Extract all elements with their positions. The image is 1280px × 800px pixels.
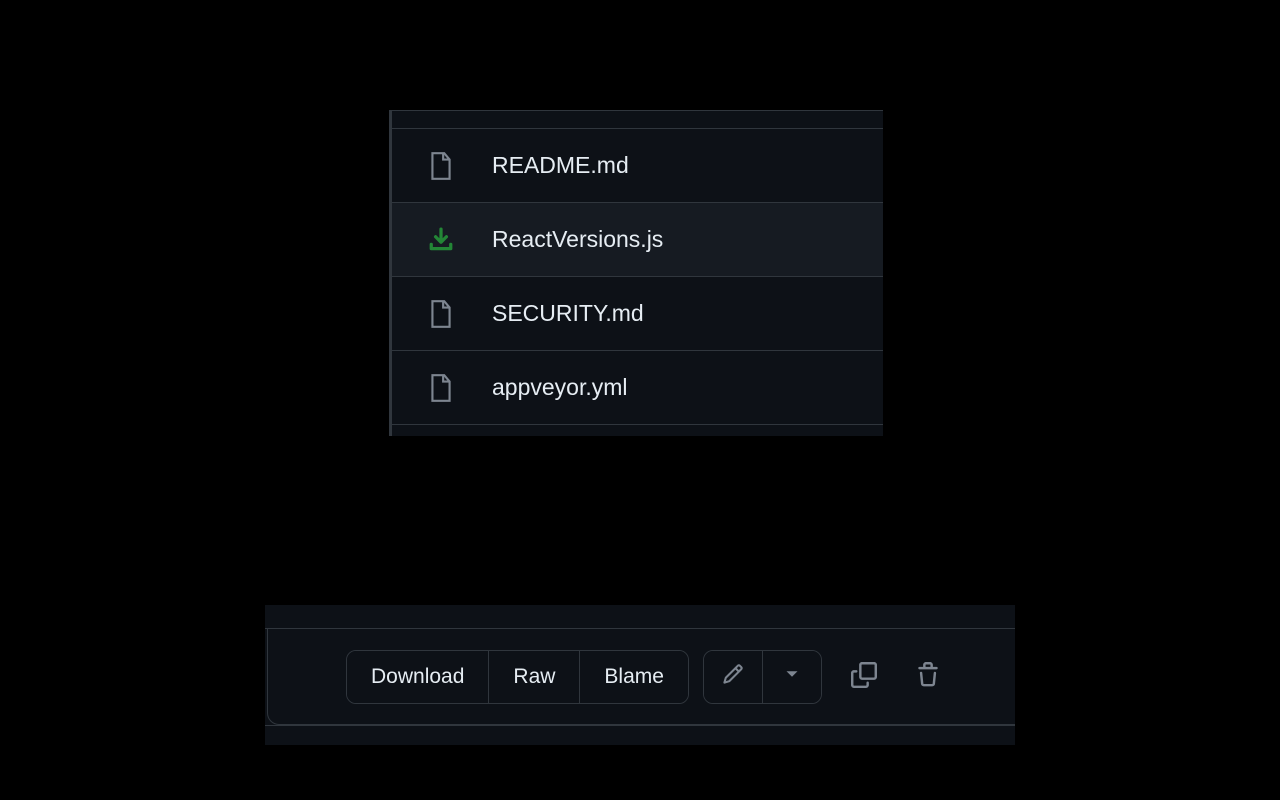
file-actions-toolbar: Download Raw Blame bbox=[265, 605, 1015, 745]
download-icon bbox=[428, 225, 454, 255]
file-row[interactable]: ReactVersions.js bbox=[392, 202, 883, 276]
file-row[interactable]: appveyor.yml bbox=[392, 350, 883, 424]
file-icon bbox=[428, 373, 454, 403]
trash-icon bbox=[915, 662, 941, 691]
view-mode-group: Download Raw Blame bbox=[346, 650, 689, 704]
file-name-label: SECURITY.md bbox=[492, 300, 644, 327]
edit-dropdown-button[interactable] bbox=[762, 651, 821, 703]
chevron-down-icon bbox=[781, 663, 803, 691]
divider bbox=[265, 605, 1015, 629]
file-name-label: README.md bbox=[492, 152, 629, 179]
file-name-label: ReactVersions.js bbox=[492, 226, 663, 253]
copy-button[interactable] bbox=[842, 655, 886, 699]
edit-action-group bbox=[703, 650, 822, 704]
file-list-panel: README.md ReactVersions.js SECURITY.md a… bbox=[389, 110, 883, 436]
edit-button[interactable] bbox=[704, 651, 762, 703]
pencil-icon bbox=[722, 663, 744, 691]
copy-icon bbox=[851, 662, 877, 691]
file-row[interactable]: README.md bbox=[392, 128, 883, 202]
divider bbox=[392, 110, 883, 128]
divider bbox=[392, 424, 883, 436]
file-name-label: appveyor.yml bbox=[492, 374, 628, 401]
toolbar-content: Download Raw Blame bbox=[267, 629, 1015, 725]
download-button[interactable]: Download bbox=[347, 651, 488, 703]
divider bbox=[265, 725, 1015, 745]
delete-button[interactable] bbox=[906, 655, 950, 699]
file-icon bbox=[428, 299, 454, 329]
file-row[interactable]: SECURITY.md bbox=[392, 276, 883, 350]
file-icon bbox=[428, 151, 454, 181]
blame-button[interactable]: Blame bbox=[579, 651, 688, 703]
raw-button[interactable]: Raw bbox=[488, 651, 579, 703]
